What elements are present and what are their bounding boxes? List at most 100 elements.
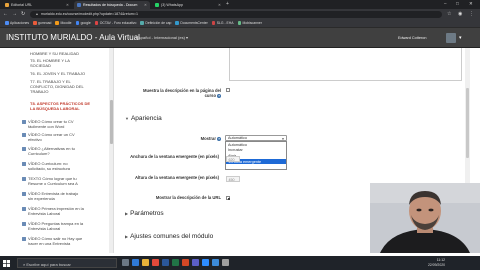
course-nav-subitem[interactable]: efectivo: [28, 137, 108, 142]
resource-icon: [22, 176, 26, 181]
maximize-button[interactable]: □: [456, 1, 459, 6]
address-bar-url: murialdo.edu.ec/course/modedit.php?updat…: [40, 12, 139, 16]
bookmark-icon: [175, 21, 179, 25]
popup-width-input[interactable]: 620: [226, 156, 240, 162]
course-nav-subitem[interactable]: Resume o Curriculum sea A: [28, 181, 108, 186]
bookmark-icon: [55, 21, 59, 25]
bookmark-item[interactable]: gumroad: [33, 21, 51, 25]
excel-icon[interactable]: [172, 259, 179, 266]
bookmark-item[interactable]: google: [75, 21, 91, 25]
file-explorer-icon[interactable]: [142, 259, 149, 266]
presenter-image: [370, 183, 480, 253]
course-nav-item[interactable]: TRABAJO: [30, 89, 48, 94]
language-menu[interactable]: Español - Internacional (es) ▾: [136, 35, 188, 40]
course-nav-subitem-label: Curriculum?: [28, 151, 50, 156]
back-icon[interactable]: ←: [3, 11, 8, 17]
bookmark-item[interactable]: OCTAV - Foro educativo: [94, 21, 136, 25]
resource-icon: [22, 119, 26, 124]
browser-menu-icon[interactable]: ⋮: [469, 11, 474, 17]
start-button[interactable]: [0, 256, 13, 270]
collapse-triangle-icon: ▶: [125, 211, 129, 216]
moodle-navbar: INSTITUTO MURIALDO - Aula Virtual Españo…: [0, 28, 480, 48]
reload-icon[interactable]: ↻: [21, 11, 25, 17]
bookmark-item[interactable]: DocumentsCenter: [175, 21, 208, 25]
new-tab-button[interactable]: +: [226, 1, 229, 7]
star-icon[interactable]: ☆: [447, 11, 451, 17]
help-icon[interactable]: ?: [217, 94, 221, 99]
bookmark-item[interactable]: Moodle: [55, 21, 72, 25]
course-nav-subitem[interactable]: Entrevista Laboral: [28, 211, 108, 216]
popup-height-input[interactable]: 450: [226, 176, 240, 182]
bookmark-item[interactable]: SLG - EHA: [211, 21, 234, 25]
show-url-description-checkbox[interactable]: [226, 196, 230, 200]
popup-width-label: Anchura de la ventana emergente (en píxe…: [130, 154, 219, 159]
bookmark-item[interactable]: Aplicaciones: [5, 21, 29, 25]
course-nav-subitem[interactable]: hacer en una Entrevista: [28, 241, 108, 246]
extensions-icon[interactable]: ◉: [458, 11, 462, 17]
course-nav-subitem[interactable]: Entrevista Laboral: [28, 226, 108, 231]
zoom-icon[interactable]: [202, 259, 209, 266]
browser-toolbar: ← → ↻ 🔒︎ murialdo.edu.ec/course/modedit.…: [0, 9, 480, 19]
bookmark-icon: [237, 21, 241, 25]
collapse-triangle-icon: ▶: [125, 234, 129, 239]
course-nav-item[interactable]: LA BÚSQUEDA LABORAL: [30, 106, 80, 111]
app-icon[interactable]: [222, 259, 229, 266]
close-tab-icon[interactable]: ✕: [66, 3, 69, 7]
tab-1[interactable]: Editorial URL ✕: [2, 1, 72, 9]
course-nav-subitem[interactable]: Curriculum?: [28, 151, 108, 156]
bookmark-icon: [33, 21, 37, 25]
powerpoint-icon[interactable]: [182, 259, 189, 266]
close-tab-icon[interactable]: ✕: [144, 3, 147, 7]
tab-favicon-icon: [5, 3, 9, 7]
task-view-icon[interactable]: [122, 259, 129, 266]
course-nav-item[interactable]: SOCIEDAD: [30, 63, 51, 68]
resource-icon: [22, 161, 26, 166]
course-nav-item[interactable]: T6. EL JOVEN Y EL TRABAJO: [30, 71, 85, 76]
tab-title: Resultados de búsqueda - Docum: [83, 3, 138, 7]
popup-height-label: Altura de la ventana emergente (en píxel…: [134, 175, 219, 180]
address-bar[interactable]: 🔒︎ murialdo.edu.ec/course/modedit.php?up…: [30, 10, 442, 18]
chrome-icon[interactable]: [152, 259, 159, 266]
course-nav-subitem[interactable]: solicitado, su estructura: [28, 166, 108, 171]
forward-icon[interactable]: →: [12, 11, 17, 17]
show-description-checkbox[interactable]: [226, 88, 230, 92]
expand-triangle-icon: ▼: [125, 116, 129, 121]
avatar[interactable]: [446, 33, 456, 43]
tab-title: (3) WhatsApp: [161, 3, 183, 7]
parameters-section-header[interactable]: ▶ Parámetros: [125, 210, 164, 217]
tab-2[interactable]: Resultados de búsqueda - Docum ✕: [74, 1, 150, 9]
user-name[interactable]: Edward Cotteron: [398, 36, 427, 40]
bookmarks-bar: Aplicaciones gumroad Moodle google OCTAV…: [0, 19, 480, 28]
bookmark-icon: [75, 21, 80, 25]
close-window-button[interactable]: ✕: [469, 1, 473, 7]
word-icon[interactable]: [162, 259, 169, 266]
course-nav-subitem-label: fácilmente con Word: [28, 124, 65, 129]
mail-icon[interactable]: [212, 259, 219, 266]
site-brand[interactable]: INSTITUTO MURIALDO - Aula Virtual: [6, 33, 140, 42]
course-nav-subitem[interactable]: sin experiencia: [28, 196, 108, 201]
description-editor[interactable]: [229, 48, 462, 81]
chevron-down-icon[interactable]: ▾: [459, 35, 462, 41]
course-nav-subitem-label: solicitado, su estructura: [28, 166, 71, 171]
course-nav-item[interactable]: HOMBRE Y SU REALIDAD: [30, 51, 79, 56]
resource-icon: [22, 191, 26, 196]
course-nav-subitem-label: Entrevista Laboral: [28, 226, 61, 231]
course-nav-subitem-label: hacer en una Entrevista: [28, 241, 71, 246]
bookmark-item[interactable]: Definición de cap: [140, 21, 171, 25]
tab-3[interactable]: (3) WhatsApp ✕: [152, 1, 224, 9]
minimize-button[interactable]: –: [444, 1, 447, 6]
teams-icon[interactable]: [192, 259, 199, 266]
close-tab-icon[interactable]: ✕: [218, 3, 221, 7]
course-nav-subitem[interactable]: fácilmente con Word: [28, 124, 108, 129]
nav-scrollbar-thumb[interactable]: [109, 100, 113, 144]
bookmark-item[interactable]: Mobiscanner: [237, 21, 262, 25]
help-icon[interactable]: ?: [217, 136, 221, 141]
taskbar-search-input[interactable]: ⌕ Escribe aquí para buscar: [17, 258, 117, 268]
common-settings-section-header[interactable]: ▶ Ajustes comunes del módulo: [125, 233, 213, 240]
system-clock[interactable]: 11:12 22/09/2020: [428, 258, 445, 267]
edge-icon[interactable]: [132, 259, 139, 266]
nav-scrollbar[interactable]: [109, 48, 113, 253]
apps-icon: [5, 21, 9, 25]
page-scrollbar-thumb[interactable]: [466, 88, 469, 158]
appearance-section-header[interactable]: ▼ Apariencia: [125, 115, 162, 122]
